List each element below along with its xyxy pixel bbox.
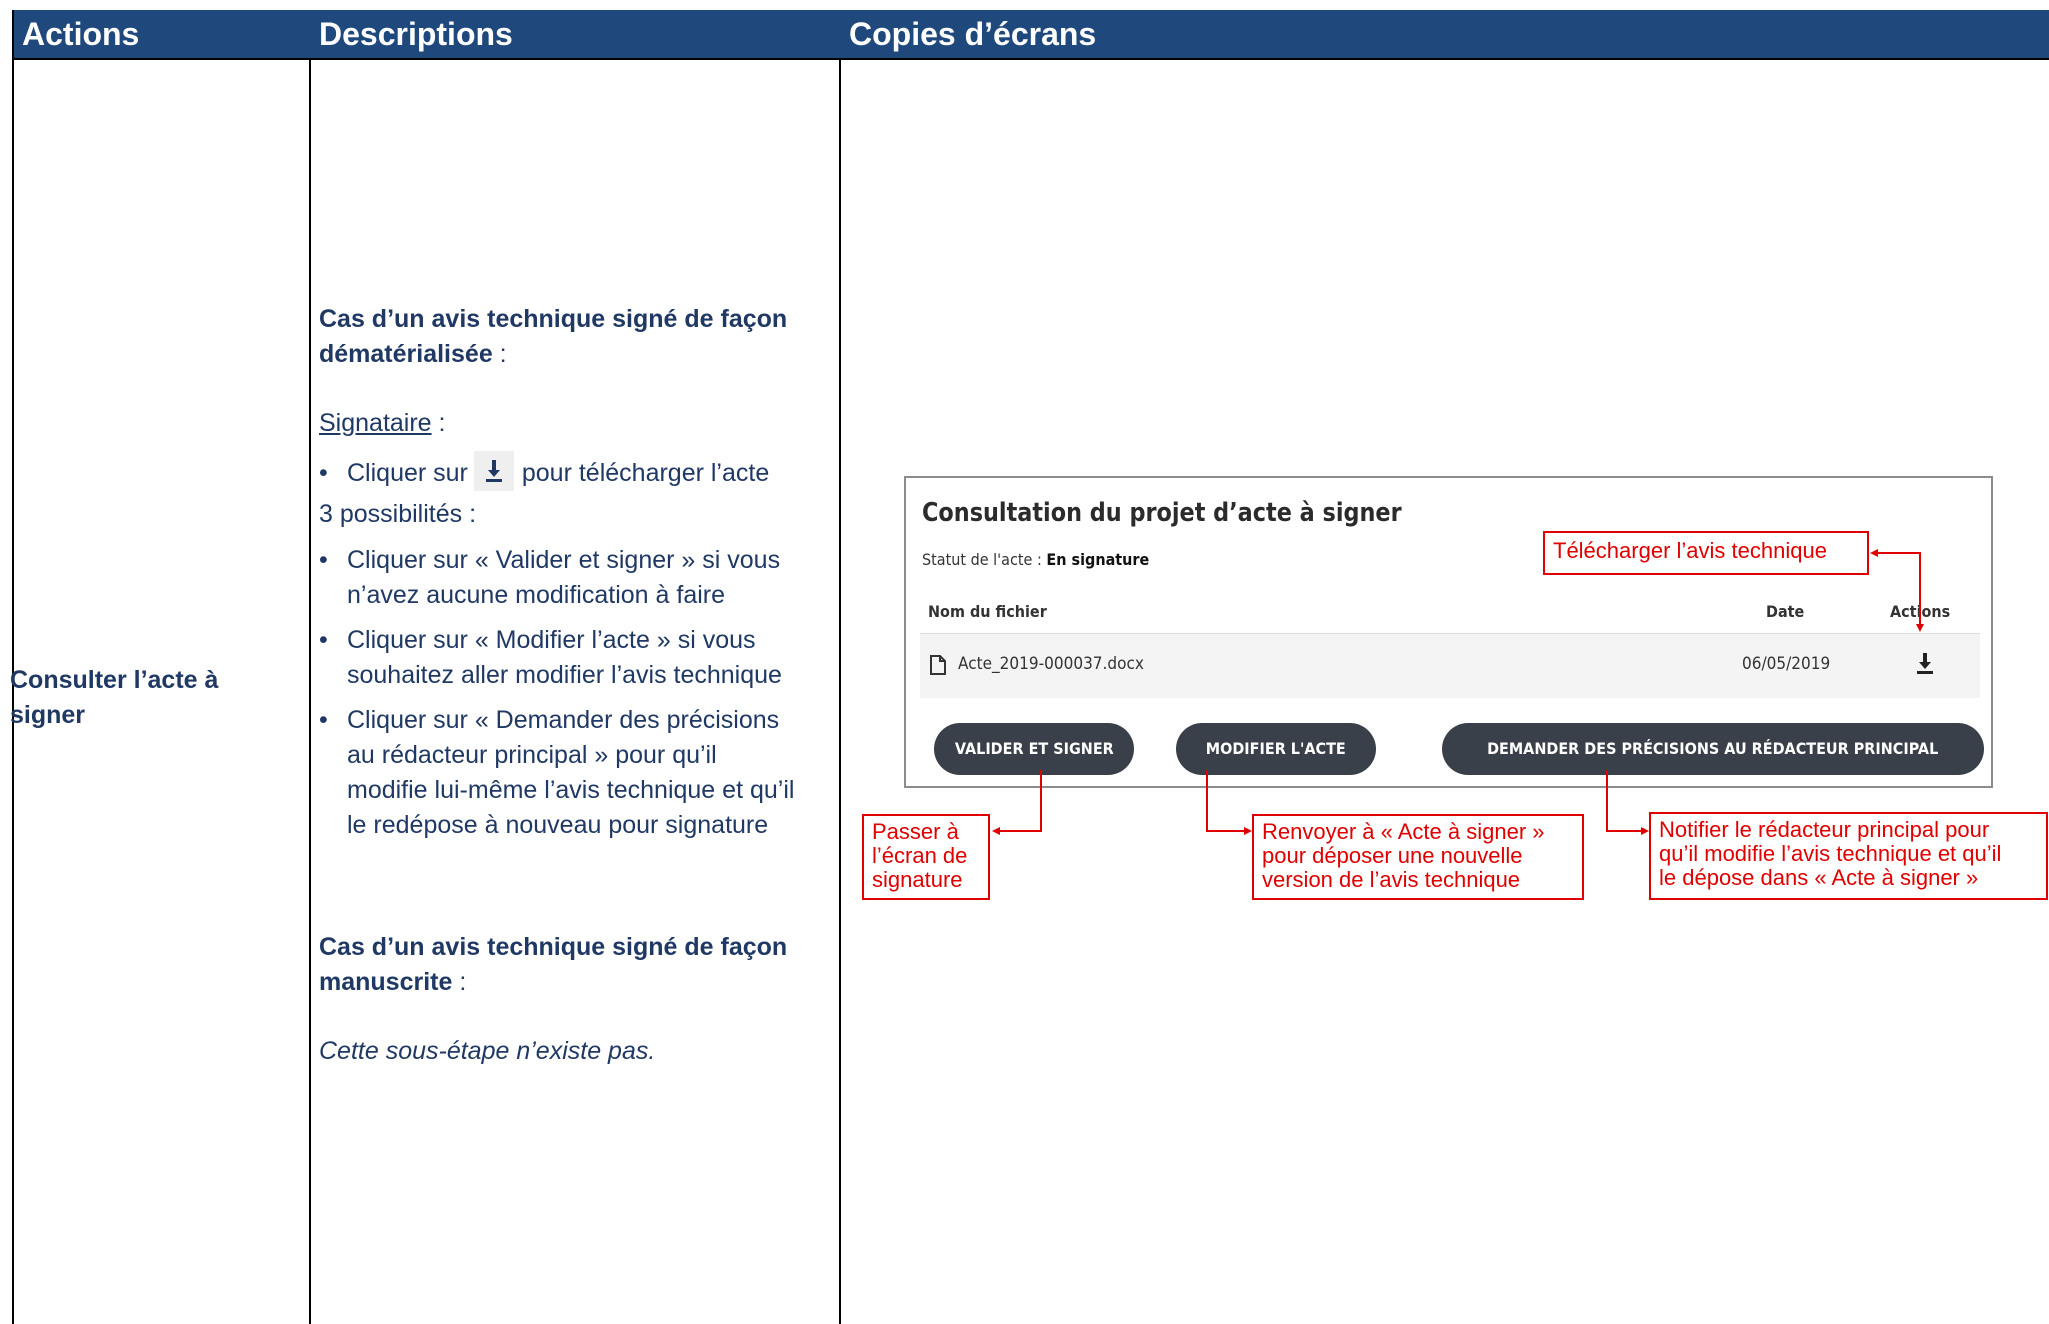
status-line: Statut de l'acte : En signature: [922, 550, 1149, 569]
colon: :: [431, 409, 446, 437]
callout-text-line: signature: [872, 867, 963, 892]
case2-note: Cette sous-étape n’existe pas.: [319, 1037, 656, 1065]
validate-callout: Passer à l’écran de signature: [862, 814, 990, 900]
callout-arrow: [1870, 549, 1878, 557]
signer-label: Signataire: [319, 409, 432, 437]
callout-arrow: [1916, 624, 1924, 632]
bullet-text-line: Cliquer sur « Demander des précisions: [347, 706, 780, 734]
callout-text-line: l’écran de: [872, 843, 968, 868]
callout-text-line: le dépose dans « Acte à signer »: [1659, 865, 1979, 890]
case1-heading-line: dématérialisée :: [319, 337, 787, 372]
callout-connector: [1878, 552, 1920, 554]
table-row: Acte_2019-000037.docx 06/05/2019: [920, 633, 1980, 698]
bullet-text-line: souhaitez aller modifier l’avis techniqu…: [347, 661, 782, 689]
callout-text-line: Notifier le rédacteur principal pour: [1659, 817, 1990, 842]
callout-connector: [1040, 770, 1042, 832]
signer-label-line: Signataire :: [319, 406, 445, 441]
download-callout: Télécharger l’avis technique: [1543, 531, 1869, 575]
bullet: •: [319, 706, 328, 734]
column-header-file: Nom du fichier: [928, 602, 1047, 621]
file-name[interactable]: Acte_2019-000037.docx: [958, 654, 1144, 674]
case1-heading: Cas d’un avis technique signé de façon d…: [319, 302, 787, 372]
screenshot-panel: Consultation du projet d’acte à signer S…: [904, 476, 1993, 788]
request-details-button-label: DEMANDER DES PRÉCISIONS AU RÉDACTEUR PRI…: [1487, 739, 1939, 758]
header-descriptions: Descriptions: [309, 10, 839, 58]
bullet-text-line: au rédacteur principal » pour qu’il: [347, 741, 717, 769]
validate-sign-button-label: VALIDER ET SIGNER: [954, 739, 1114, 758]
callout-connector: [1606, 770, 1608, 832]
modify-act-button-label: MODIFIER L'ACTE: [1206, 739, 1346, 758]
callout-text-line: qu’il modifie l’avis technique et qu’il: [1659, 841, 2002, 866]
action-text-line: Consulter l’acte à: [10, 666, 219, 694]
status-value: En signature: [1046, 550, 1150, 569]
callout-connector: [1206, 770, 1208, 832]
bullet-text: Cliquer sur « Demander des précisions au…: [347, 703, 847, 843]
case2-heading-line: Cas d’un avis technique signé de façon: [319, 933, 788, 961]
modify-act-button[interactable]: MODIFIER L'ACTE: [1176, 723, 1376, 775]
action-cell: Consulter l’acte à signer: [10, 663, 290, 733]
callout-text-line: pour déposer une nouvelle: [1262, 843, 1523, 868]
callout-text-line: Passer à: [872, 819, 959, 844]
column-divider: [309, 58, 311, 1324]
callout-text-line: Renvoyer à « Acte à signer »: [1262, 819, 1545, 844]
header-screenshots: Copies d’écrans: [839, 10, 2049, 58]
status-label: Statut de l'acte :: [922, 550, 1047, 569]
colon: :: [492, 340, 507, 368]
callout-connector: [1919, 552, 1921, 626]
bullet-text-line: Cliquer sur « Valider et signer » si vou…: [347, 546, 781, 574]
callout-connector: [1000, 830, 1042, 832]
callout-text: Télécharger l’avis technique: [1553, 538, 1827, 563]
possibilities-label: 3 possibilités :: [319, 500, 477, 528]
bullet-text: Cliquer sur pour télécharger l’acte: [347, 451, 847, 492]
bullet-text-line: modifie lui-même l’avis technique et qu’…: [347, 776, 795, 804]
panel-title: Consultation du projet d’acte à signer: [922, 498, 1402, 528]
column-header-date: Date: [1766, 602, 1805, 621]
download-icon: [473, 451, 514, 492]
validate-sign-button[interactable]: VALIDER ET SIGNER: [934, 723, 1134, 775]
bullet: •: [319, 626, 328, 654]
bullet-text-before: Cliquer sur: [347, 459, 468, 487]
bullet-text-line: n’avez aucune modification à faire: [347, 581, 726, 609]
file-date: 06/05/2019: [1742, 654, 1831, 674]
callout-arrow: [1244, 827, 1252, 835]
bullet-text: Cliquer sur « Valider et signer » si vou…: [347, 543, 847, 613]
callout-text-line: version de l’avis technique: [1262, 867, 1521, 892]
modify-callout: Renvoyer à « Acte à signer » pour dépose…: [1252, 814, 1584, 900]
request-callout: Notifier le rédacteur principal pour qu’…: [1649, 812, 2048, 900]
download-icon[interactable]: [1916, 653, 1934, 679]
callout-arrow: [992, 827, 1000, 835]
file-icon: [930, 655, 946, 679]
case2-heading-line: manuscrite :: [319, 965, 787, 1000]
colon: :: [452, 968, 467, 996]
action-text-line: signer: [10, 701, 86, 729]
bullet: •: [319, 546, 328, 574]
case2-heading: Cas d’un avis technique signé de façon m…: [319, 930, 787, 1000]
header-divider: [12, 58, 2049, 60]
callout-arrow: [1641, 827, 1649, 835]
bullet-text-after: pour télécharger l’acte: [521, 459, 770, 487]
bullet: •: [319, 459, 328, 487]
case1-heading-line: Cas d’un avis technique signé de façon: [319, 305, 788, 333]
bullet-text-line: le redépose à nouveau pour signature: [347, 811, 769, 839]
case1-heading-bold: dématérialisée: [319, 340, 493, 368]
case2-heading-bold: manuscrite: [319, 968, 453, 996]
callout-connector: [1606, 830, 1641, 832]
bullet-text-line: Cliquer sur « Modifier l’acte » si vous: [347, 626, 756, 654]
request-details-button[interactable]: DEMANDER DES PRÉCISIONS AU RÉDACTEUR PRI…: [1442, 723, 1984, 775]
bullet-text: Cliquer sur « Modifier l’acte » si vous …: [347, 623, 847, 693]
header-actions: Actions: [12, 10, 309, 58]
callout-connector: [1206, 830, 1244, 832]
